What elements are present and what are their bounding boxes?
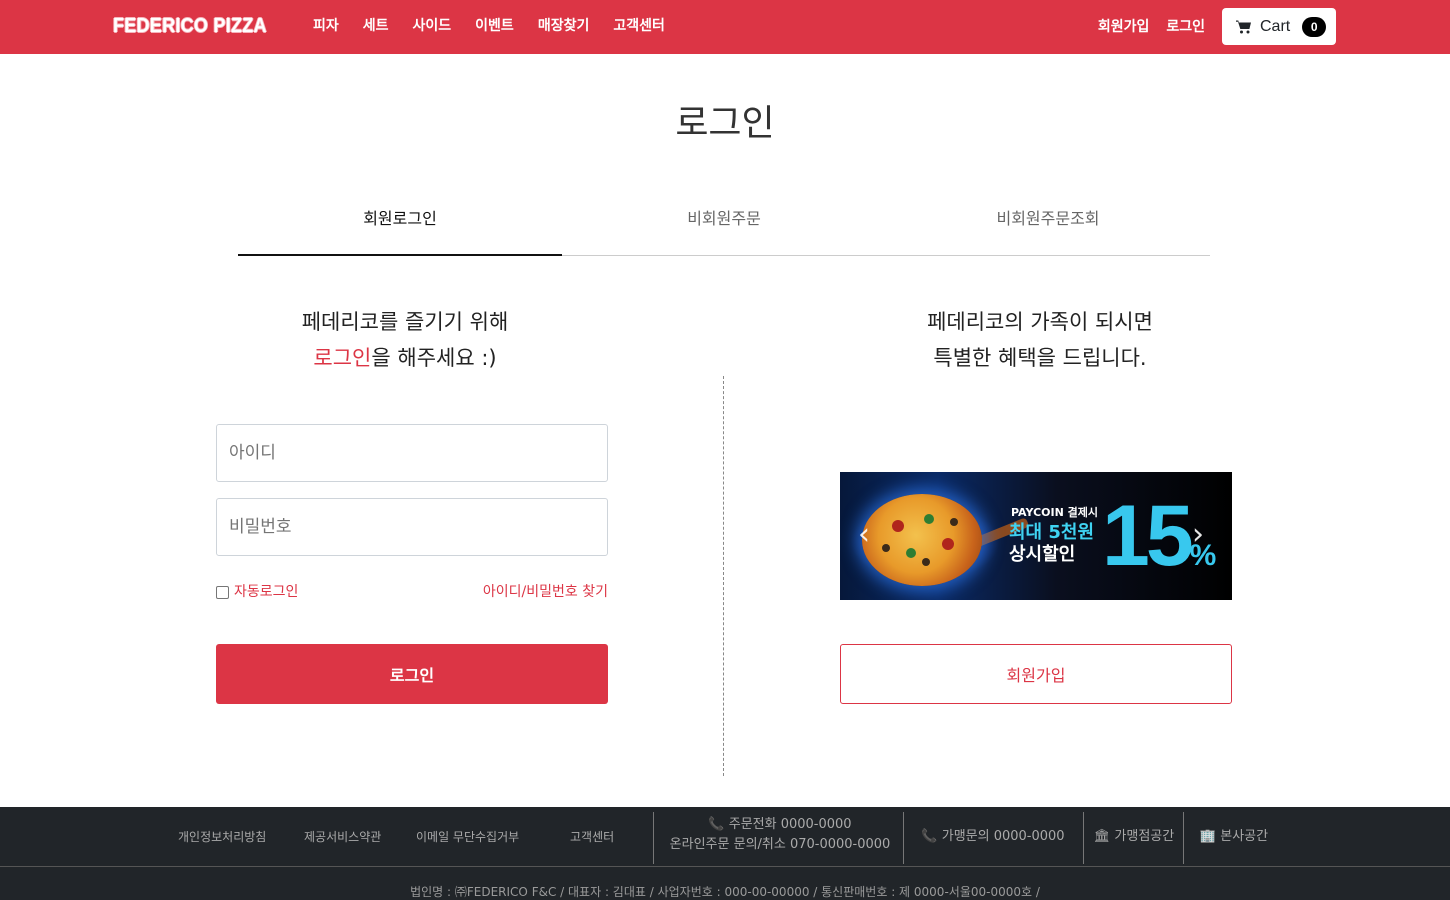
password-input[interactable]	[216, 498, 608, 556]
footer-divider	[903, 812, 904, 864]
footer-hq-space-label: 본사공간	[1220, 829, 1269, 844]
cart-button[interactable]: Cart 0	[1222, 8, 1336, 45]
banner-line2: 상시할인	[1009, 544, 1076, 565]
main-menu: 피자 세트 사이드 이벤트 매장찾기 고객센터	[313, 16, 689, 36]
find-id-password-link[interactable]: 아이디/비밀번호 찾기	[483, 583, 608, 601]
phone-icon: 📞	[708, 817, 725, 832]
footer-hq-space-link[interactable]: 🏢 본사공간	[1192, 827, 1276, 847]
login-heading-accent: 로그인	[313, 346, 372, 370]
building-icon: 🏛	[1093, 829, 1111, 844]
nav-login-link[interactable]: 로그인	[1166, 17, 1205, 37]
login-tabs: 회원로그인 비회원주문 비회원주문조회	[238, 196, 1210, 256]
brand-logo[interactable]: FEDERICO PIZZA	[113, 13, 267, 39]
footer-email-policy-link[interactable]: 이메일 무단수집거부	[416, 829, 519, 845]
banner-line1: 최대 5천원	[1009, 522, 1095, 543]
nav-item-pizza[interactable]: 피자	[313, 16, 339, 36]
nav-signup-link[interactable]: 회원가입	[1098, 17, 1150, 37]
phone-icon: 📞	[921, 829, 938, 844]
office-building-icon: 🏢	[1199, 829, 1217, 844]
banner-small-text: PAYCOIN 결제시	[1011, 506, 1098, 519]
footer-franchise-contact: 📞 가맹문의 0000-0000	[910, 827, 1076, 847]
login-button[interactable]: 로그인	[216, 644, 608, 704]
footer-franchise-space-label: 가맹점공간	[1114, 829, 1175, 844]
tab-guest-order[interactable]: 비회원주문	[562, 196, 886, 255]
login-heading-line2: 로그인을 해주세요 :)	[155, 340, 655, 376]
nav-item-side[interactable]: 사이드	[413, 16, 452, 36]
cart-count-badge: 0	[1302, 16, 1327, 37]
footer-divider	[1083, 812, 1084, 864]
signup-button[interactable]: 회원가입	[840, 644, 1232, 704]
footer-order-phone: 📞 주문전화 0000-0000	[660, 815, 900, 835]
login-heading-rest: 을 해주세요 :)	[371, 346, 497, 370]
footer-franchise-phone: 가맹문의 0000-0000	[941, 829, 1065, 844]
footer-company-info: 법인명 : ㈜FEDERICO F&C / 대표자 : 김대표 / 사업자번호 …	[410, 885, 1040, 899]
banner-percent-value: 15	[1102, 488, 1194, 584]
footer-terms-link[interactable]: 제공서비스약관	[304, 829, 381, 845]
login-heading: 페데리코를 즐기기 위해 로그인을 해주세요 :)	[155, 304, 655, 376]
promo-banner-carousel[interactable]: PAYCOIN 결제시 최대 5천원 상시할인 15% ‹ ›	[840, 472, 1232, 600]
auto-login-option[interactable]: 자동로그인	[216, 583, 298, 601]
login-heading-line1: 페데리코를 즐기기 위해	[301, 310, 509, 334]
auto-login-label[interactable]: 자동로그인	[234, 583, 298, 601]
nav-item-customer-center[interactable]: 고객센터	[613, 16, 665, 36]
footer-order-phone-text: 주문전화 0000-0000	[728, 817, 852, 832]
site-footer: 개인정보처리방침 제공서비스약관 이메일 무단수집거부 고객센터 📞 주문전화 …	[0, 807, 1450, 900]
cart-icon	[1236, 20, 1251, 33]
footer-divider	[1183, 812, 1184, 864]
nav-item-event[interactable]: 이벤트	[475, 16, 514, 36]
footer-link-bar: 개인정보처리방침 제공서비스약관 이메일 무단수집거부 고객센터 📞 주문전화 …	[0, 807, 1450, 867]
benefit-heading: 페데리코의 가족이 되시면 특별한 혜택을 드립니다.	[790, 304, 1290, 376]
benefit-heading-line2: 특별한 혜택을 드립니다.	[933, 346, 1147, 370]
tab-member-login[interactable]: 회원로그인	[238, 196, 562, 256]
footer-franchise-space-link[interactable]: 🏛 가맹점공간	[1090, 827, 1178, 847]
carousel-next-icon[interactable]: ›	[1192, 520, 1208, 550]
nav-item-set[interactable]: 세트	[363, 16, 389, 36]
tab-guest-order-lookup[interactable]: 비회원주문조회	[886, 196, 1210, 255]
nav-account-area: 회원가입 로그인 Cart 0	[1098, 8, 1336, 45]
footer-divider	[653, 812, 654, 864]
user-id-input[interactable]	[216, 424, 608, 482]
carousel-prev-icon[interactable]: ‹	[858, 520, 874, 550]
nav-item-store-finder[interactable]: 매장찾기	[538, 16, 590, 36]
banner-main-text: 최대 5천원 상시할인	[1009, 522, 1094, 566]
cart-label: Cart	[1260, 17, 1291, 35]
benefit-heading-line1: 페데리코의 가족이 되시면	[927, 310, 1153, 334]
footer-privacy-link[interactable]: 개인정보처리방침	[178, 829, 266, 845]
pizza-image	[862, 494, 982, 586]
auto-login-checkbox[interactable]	[216, 585, 229, 599]
page-title: 로그인	[675, 103, 775, 144]
column-divider	[723, 376, 724, 776]
footer-customer-center-link[interactable]: 고객센터	[570, 829, 614, 845]
top-navbar: FEDERICO PIZZA 피자 세트 사이드 이벤트 매장찾기 고객센터 회…	[0, 0, 1450, 54]
footer-order-contact: 📞 주문전화 0000-0000 온라인주문 문의/취소 070-0000-00…	[660, 815, 900, 855]
footer-online-inquiry: 온라인주문 문의/취소 070-0000-0000	[669, 837, 891, 852]
